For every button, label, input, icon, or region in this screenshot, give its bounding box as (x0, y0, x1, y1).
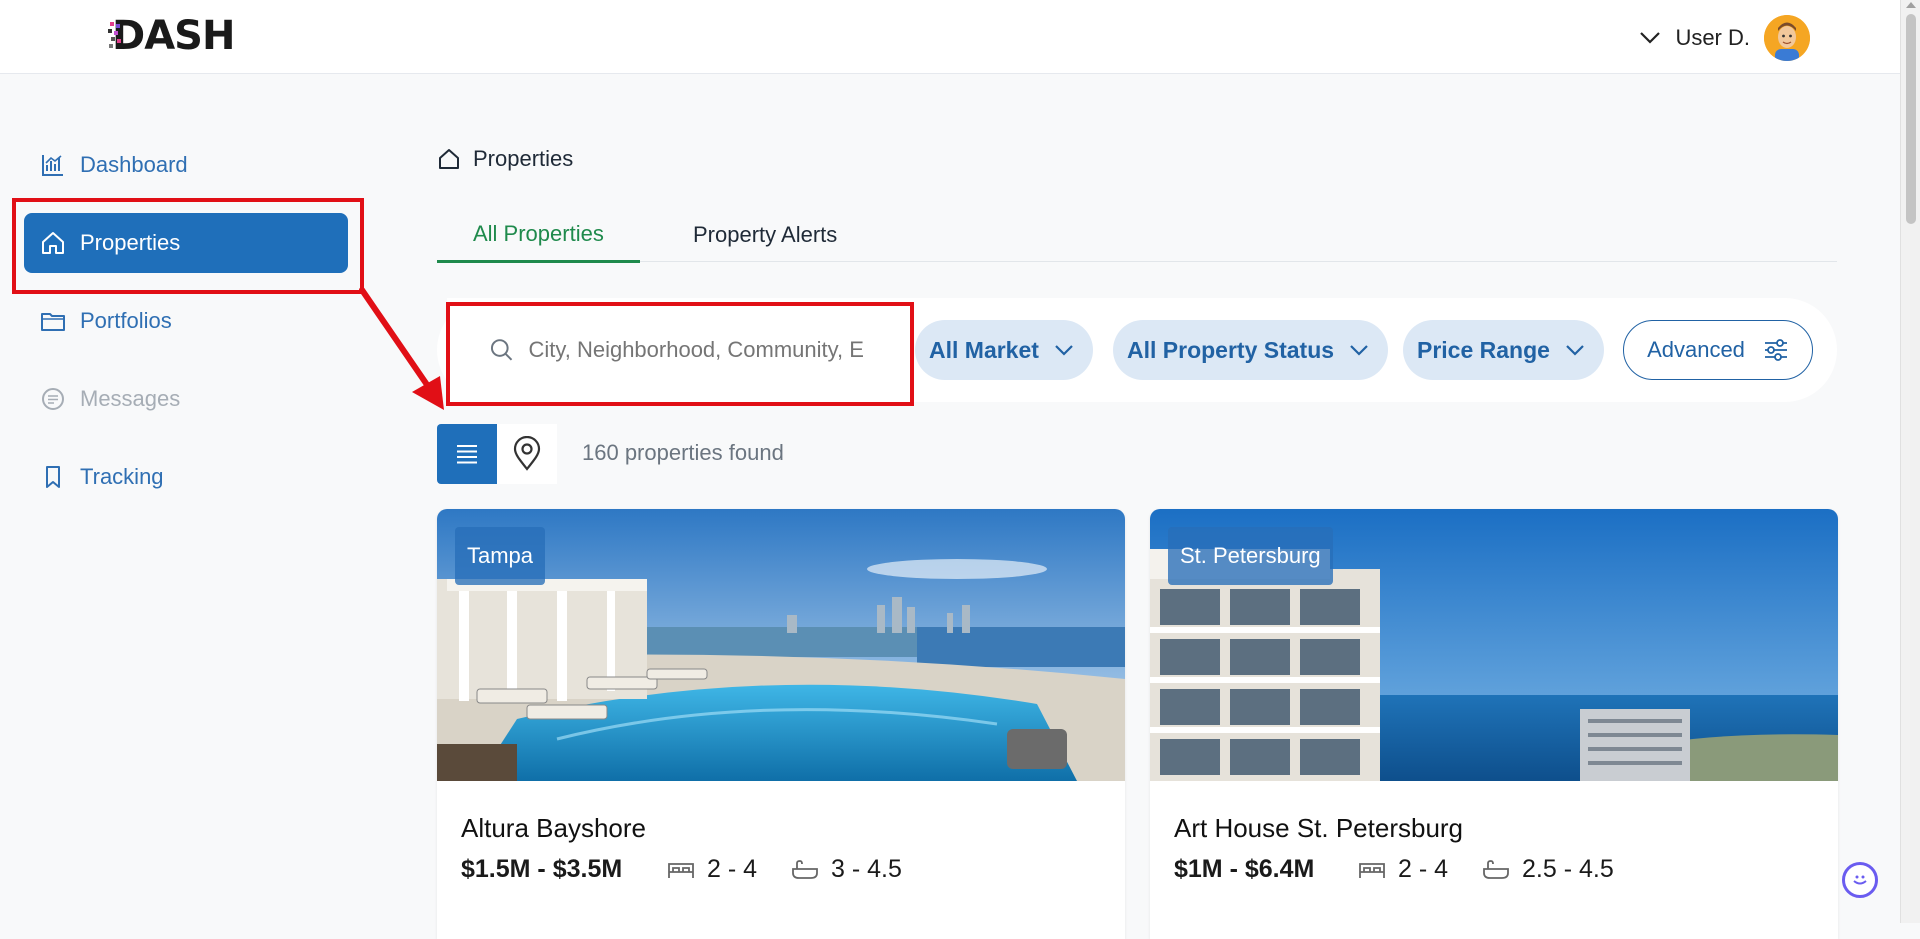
scroll-up-arrow-icon[interactable] (1906, 2, 1916, 8)
bathtub-icon (792, 859, 818, 879)
bedrooms-info: 2 - 4 (1358, 855, 1448, 884)
bathrooms-info: 3 - 4.5 (791, 855, 902, 884)
property-image[interactable]: St. Petersburg (1150, 509, 1838, 781)
map-view-button[interactable] (497, 424, 557, 484)
map-pin-icon (513, 436, 541, 471)
property-status-dropdown[interactable]: All Property Status (1113, 320, 1389, 380)
search-input[interactable] (528, 337, 891, 363)
sidebar-item-label: Portfolios (80, 308, 172, 333)
search-icon (490, 339, 513, 361)
property-card[interactable]: St. Petersburg Art House St. Petersburg … (1150, 509, 1838, 939)
location-tag: St. Petersburg (1168, 527, 1333, 585)
tab-label: Property Alerts (693, 222, 838, 247)
sidebar-item-label: Messages (80, 386, 181, 411)
breadcrumb-current: Properties (473, 146, 574, 171)
chevron-down-icon (1055, 345, 1073, 356)
tab-label: All Properties (473, 221, 604, 246)
dash-logo[interactable]: DASH (108, 13, 235, 59)
sidebar-item-label: Dashboard (80, 152, 188, 177)
market-dropdown-label: All Market (929, 336, 1039, 363)
property-price: $1M - $6.4M (1174, 855, 1315, 883)
tab-property-alerts[interactable]: Property Alerts (657, 208, 873, 262)
chart-icon (42, 155, 63, 176)
avatar[interactable] (1764, 15, 1810, 61)
top-header: DASH User D. (0, 0, 1900, 74)
folder-icon (41, 313, 65, 331)
bathtub-icon (1483, 859, 1509, 879)
bed-icon (668, 862, 694, 878)
list-view-button[interactable] (437, 424, 497, 484)
home-icon (439, 149, 459, 169)
property-status-dropdown-label: All Property Status (1127, 336, 1335, 363)
results-count: 160 properties found (582, 440, 784, 465)
bookmark-icon (46, 466, 60, 488)
advanced-filter-button[interactable]: Advanced (1623, 320, 1813, 380)
price-range-dropdown-label: Price Range (1417, 336, 1550, 363)
sidebar-item-properties[interactable]: Properties (24, 213, 348, 273)
price-range-dropdown[interactable]: Price Range (1403, 320, 1604, 380)
bed-icon (1359, 862, 1385, 878)
chat-widget-button[interactable] (1842, 862, 1878, 898)
bathrooms-value: 3 - 4.5 (831, 855, 902, 883)
location-tag: Tampa (455, 527, 546, 585)
bathrooms-value: 2.5 - 4.5 (1522, 855, 1614, 883)
message-icon (42, 388, 64, 410)
chevron-down-icon (1350, 345, 1368, 356)
filter-bar: All Market All Property Status Price Ran… (437, 298, 1837, 402)
bedrooms-value: 2 - 4 (1398, 855, 1449, 883)
user-menu[interactable]: User D. (1639, 14, 1810, 62)
sidebar-item-label: Properties (80, 230, 181, 255)
view-toggle (437, 424, 557, 484)
user-name: User D. (1675, 25, 1750, 50)
chevron-down-icon (1566, 345, 1584, 356)
breadcrumb: Properties (437, 146, 573, 172)
sliders-icon (1764, 339, 1787, 361)
property-title[interactable]: Altura Bayshore (461, 813, 646, 844)
bathrooms-info: 2.5 - 4.5 (1482, 855, 1614, 884)
property-card[interactable]: Tampa Altura Bayshore $1.5M - $3.5M 2 - … (437, 509, 1125, 939)
sidebar-item-messages[interactable]: Messages (24, 369, 348, 429)
bedrooms-info: 2 - 4 (667, 855, 757, 884)
avatar-illustration-icon (1764, 15, 1810, 61)
tab-bar: All Properties Property Alerts (437, 208, 1837, 263)
property-price: $1.5M - $3.5M (461, 855, 623, 883)
sidebar-item-tracking[interactable]: Tracking (24, 447, 348, 507)
sidebar-item-portfolios[interactable]: Portfolios (24, 291, 348, 351)
bedrooms-value: 2 - 4 (707, 855, 758, 883)
property-image[interactable]: Tampa (437, 509, 1125, 781)
tab-all-properties[interactable]: All Properties (437, 208, 640, 263)
annotation-arrow-icon (359, 287, 444, 410)
home-icon (42, 232, 64, 254)
search-field[interactable] (447, 298, 891, 402)
property-title[interactable]: Art House St. Petersburg (1174, 813, 1463, 844)
chevron-down-icon (1640, 32, 1661, 44)
chat-bot-icon (1853, 875, 1867, 885)
sidebar-item-dashboard[interactable]: Dashboard (24, 135, 348, 195)
sidebar-item-label: Tracking (80, 464, 164, 489)
market-dropdown[interactable]: All Market (915, 320, 1093, 380)
scroll-thumb[interactable] (1906, 14, 1916, 224)
list-icon (457, 445, 477, 464)
logo-text: DASH (112, 13, 235, 59)
logo-dots-icon (108, 22, 121, 48)
advanced-filter-label: Advanced (1647, 337, 1745, 362)
page-scrollbar[interactable] (1900, 0, 1920, 923)
